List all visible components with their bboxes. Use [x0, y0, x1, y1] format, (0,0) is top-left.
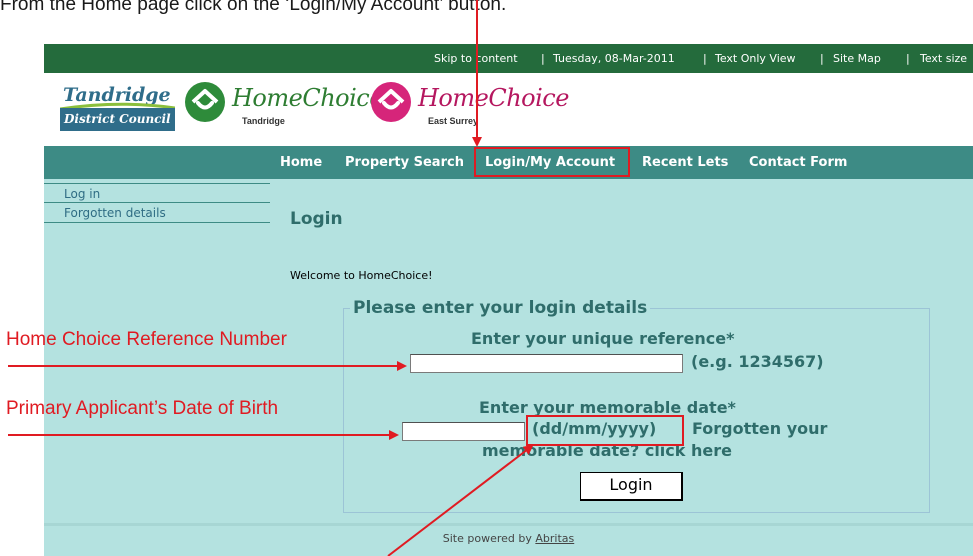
annotation-arrows [8, 0, 534, 556]
arrow-to-date-format-icon [387, 444, 534, 556]
